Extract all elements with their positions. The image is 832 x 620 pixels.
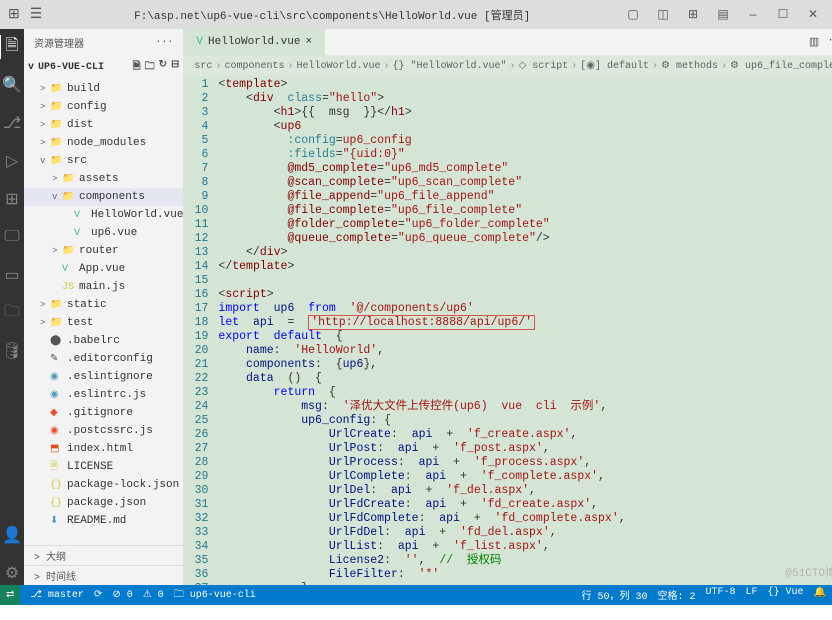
search-icon[interactable]: 🔍 (0, 73, 24, 97)
status-bar: ⇄ ⎇ master ⟳ ⊘ 0 ⚠ 0 🗀 up6-vue-cli 行 50，… (0, 585, 832, 605)
docker-icon[interactable]: ▭ (0, 263, 24, 287)
project-name[interactable]: UP6-VUE-CLI (38, 62, 104, 73)
notifications-icon[interactable]: 🔔 (814, 587, 826, 603)
customize-icon[interactable]: ▤ (712, 7, 734, 22)
chevron-down-icon[interactable]: v (28, 62, 38, 73)
minimize-button[interactable]: — (742, 8, 764, 22)
tree-item[interactable]: VApp.vue (24, 260, 183, 278)
maximize-button[interactable]: ☐ (772, 7, 794, 22)
tree-item[interactable]: >📁test (24, 314, 183, 332)
collapse-icon[interactable]: ⊟ (171, 59, 179, 76)
outline-section[interactable]: > 大纲 (34, 548, 66, 564)
breadcrumb[interactable]: src›components›HelloWorld.vue›{} "HelloW… (184, 56, 832, 76)
eol[interactable]: LF (746, 587, 758, 603)
folder-icon[interactable]: 🗀 (0, 301, 24, 325)
explorer-sidebar: 资源管理器 ··· v UP6-VUE-CLI 🗎 🗀 ↻ ⊟ >📁build>… (24, 29, 184, 585)
tab-helloworld[interactable]: V HelloWorld.vue × (184, 29, 325, 56)
tree-item[interactable]: >📁build (24, 80, 183, 98)
warnings-count[interactable]: ⚠ 0 (143, 589, 164, 601)
tree-item[interactable]: {}package-lock.json (24, 476, 183, 494)
tree-item[interactable]: ◆.gitignore (24, 404, 183, 422)
sidebar-more[interactable]: ··· (155, 37, 173, 48)
tree-item[interactable]: v📁src (24, 152, 183, 170)
panel-icon[interactable]: ◫ (652, 7, 674, 22)
source-control-icon[interactable]: ⎇ (0, 111, 24, 135)
folder-indicator[interactable]: 🗀 up6-vue-cli (174, 587, 256, 604)
activity-bar: 🗎 🔍 ⎇ ▷ ⊞ 🖵 ▭ 🗀 🛢 👤 ⚙ (0, 29, 24, 585)
window-title: F:\asp.net\up6-vue-cli\src\components\He… (50, 7, 614, 23)
editor-area: V HelloWorld.vue × ▥ ··· src›components›… (184, 29, 832, 585)
titlebar: ⊞ ☰ F:\asp.net\up6-vue-cli\src\component… (0, 0, 832, 29)
timeline-section[interactable]: > 时间线 (34, 568, 76, 584)
tree-item[interactable]: ⬇README.md (24, 512, 183, 530)
settings-icon[interactable]: ⚙ (0, 561, 24, 585)
close-tab-icon[interactable]: × (305, 36, 312, 48)
account-icon[interactable]: 👤 (0, 523, 24, 547)
line-gutter: 1 2 3 4 5 6 7 8 9 10 11 12 13 14 15 16 1… (184, 76, 218, 585)
tree-item[interactable]: JSmain.js (24, 278, 183, 296)
layout-icon[interactable]: ▢ (622, 7, 644, 22)
tree-item[interactable]: ⬤.babelrc (24, 332, 183, 350)
tree-item[interactable]: {}package.json (24, 494, 183, 512)
errors-count[interactable]: ⊘ 0 (112, 589, 132, 601)
remote-icon[interactable]: 🖵 (0, 225, 24, 249)
git-branch[interactable]: ⎇ master (30, 589, 84, 601)
watermark: @51CTO博客 (785, 567, 832, 581)
split-icon[interactable]: ▥ (809, 35, 819, 49)
tree-item[interactable]: VHelloWorld.vue (24, 206, 183, 224)
tree-item[interactable]: ◉.postcssrc.js (24, 422, 183, 440)
debug-icon[interactable]: ▷ (0, 149, 24, 173)
tree-item[interactable]: >📁router (24, 242, 183, 260)
more-icon[interactable]: ··· (827, 35, 832, 49)
sidebar-title: 资源管理器 (34, 35, 84, 51)
tree-item[interactable]: >📁dist (24, 116, 183, 134)
editor-tabs: V HelloWorld.vue × ▥ ··· (184, 29, 832, 56)
new-file-icon[interactable]: 🗎 (133, 59, 141, 76)
explorer-icon[interactable]: 🗎 (0, 35, 23, 59)
tree-item[interactable]: ◉.eslintignore (24, 368, 183, 386)
tree-item[interactable]: Vup6.vue (24, 224, 183, 242)
new-folder-icon[interactable]: 🗀 (145, 59, 155, 76)
menu-icon[interactable]: ☰ (30, 6, 43, 23)
code-content[interactable]: <template> <div class="hello"> <h1>{{ ms… (218, 76, 832, 585)
tree-item[interactable]: 🗎LICENSE (24, 458, 183, 476)
sync-icon[interactable]: ⟳ (94, 589, 102, 601)
refresh-icon[interactable]: ↻ (159, 59, 167, 76)
cursor-position[interactable]: 行 50，列 30 (581, 587, 647, 603)
close-button[interactable]: ✕ (802, 7, 824, 22)
vue-icon: V (196, 36, 203, 48)
indentation[interactable]: 空格: 2 (657, 587, 695, 603)
tree-item[interactable]: ◉.eslintrc.js (24, 386, 183, 404)
tree-item[interactable]: >📁static (24, 296, 183, 314)
vscode-icon: ⊞ (8, 6, 20, 23)
language-mode[interactable]: {} Vue (768, 587, 804, 603)
tree-item[interactable]: >📁assets (24, 170, 183, 188)
tree-item[interactable]: v📁components (24, 188, 183, 206)
layout2-icon[interactable]: ⊞ (682, 7, 704, 22)
tree-item[interactable]: >📁node_modules (24, 134, 183, 152)
extensions-icon[interactable]: ⊞ (0, 187, 24, 211)
tree-item[interactable]: ⬒index.html (24, 440, 183, 458)
tree-item[interactable]: ✎.editorconfig (24, 350, 183, 368)
db-icon[interactable]: 🛢 (0, 339, 24, 363)
tree-item[interactable]: >📁config (24, 98, 183, 116)
file-tree[interactable]: >📁build>📁config>📁dist>📁node_modulesv📁src… (24, 78, 183, 545)
remote-indicator[interactable]: ⇄ (0, 585, 20, 605)
code-editor[interactable]: 1 2 3 4 5 6 7 8 9 10 11 12 13 14 15 16 1… (184, 76, 832, 585)
encoding[interactable]: UTF-8 (705, 587, 735, 603)
